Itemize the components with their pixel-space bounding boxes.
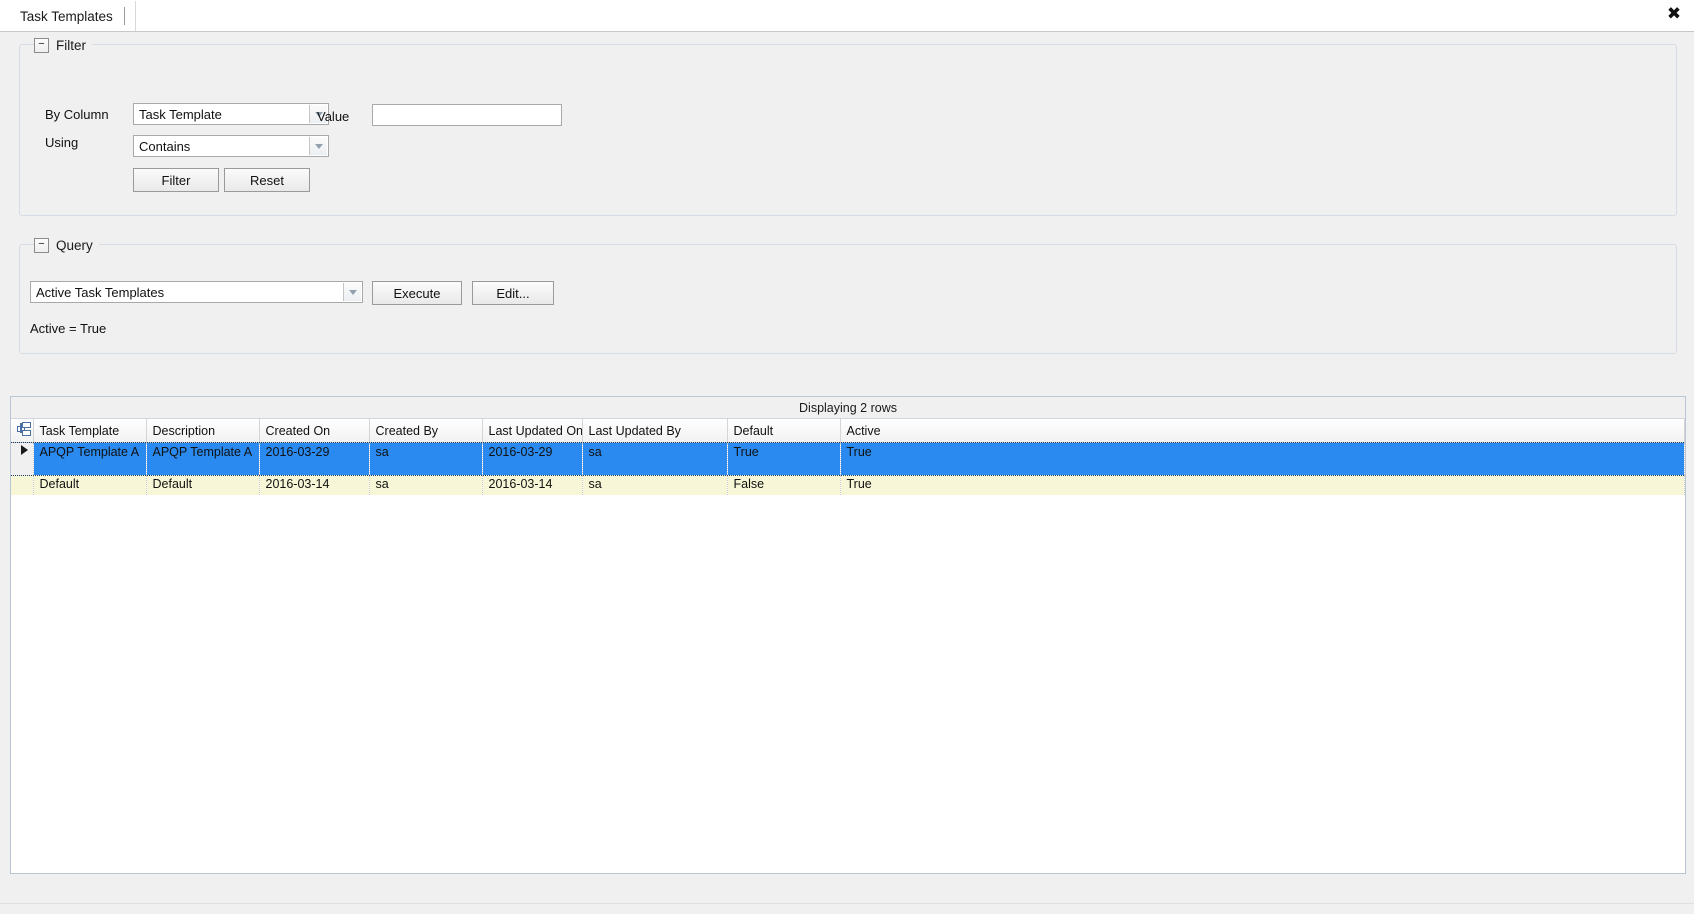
cell-last-updated-by[interactable]: sa [582,474,728,495]
by-column-label: By Column [45,107,109,122]
column-header-default[interactable]: Default [727,419,841,443]
column-header-task-template[interactable]: Task Template [33,419,147,443]
chevron-down-icon[interactable] [309,137,327,155]
cell-default[interactable]: False [727,474,841,495]
filter-group: − Filter By Column Task Template Value U… [19,36,1677,216]
tab-strip: Task Templates ✖ [0,0,1694,32]
column-header-last-updated-by[interactable]: Last Updated By [582,419,728,443]
edit-query-button[interactable]: Edit... [472,281,554,305]
grid-table: Task Template Description Created On Cre… [11,419,1685,495]
close-icon[interactable]: ✖ [1664,4,1684,24]
cell-task-template[interactable]: APQP Template A [33,442,147,475]
cell-last-updated-by[interactable]: sa [582,442,728,475]
cell-active[interactable]: True [840,442,1685,475]
query-group-title: Query [56,237,93,253]
filter-group-header: − Filter [34,36,92,54]
task-templates-window: Task Templates ✖ − Filter By Column Task… [0,0,1694,914]
client-area: − Filter By Column Task Template Value U… [0,32,1694,914]
column-header-created-by[interactable]: Created By [369,419,483,443]
row-selector[interactable] [11,474,34,495]
column-header-last-updated-on[interactable]: Last Updated On [482,419,583,443]
value-input[interactable] [372,104,562,126]
cell-created-on[interactable]: 2016-03-14 [259,474,370,495]
by-column-select[interactable]: Task Template [133,103,329,125]
cell-default[interactable]: True [727,442,841,475]
grid-header-row: Task Template Description Created On Cre… [11,419,1685,443]
row-selected-arrow-icon [21,445,29,455]
cell-created-by[interactable]: sa [369,442,483,475]
chevron-down-icon[interactable] [343,283,361,301]
cell-last-updated-on[interactable]: 2016-03-14 [482,474,583,495]
query-group-header: − Query [34,236,99,254]
row-selector[interactable] [11,442,34,475]
tab-label: Task Templates [20,8,113,24]
filter-collapse-icon[interactable]: − [34,37,49,53]
query-collapse-icon[interactable]: − [34,237,49,253]
using-select-value: Contains [139,138,191,154]
tab-task-templates[interactable]: Task Templates [8,1,136,31]
cell-created-on[interactable]: 2016-03-29 [259,442,370,475]
table-row[interactable]: Default Default 2016-03-14 sa 2016-03-14… [11,474,1685,495]
using-label: Using [45,135,79,150]
cell-task-template[interactable]: Default [33,474,147,495]
column-header-created-on[interactable]: Created On [259,419,370,443]
cell-description[interactable]: Default [146,474,260,495]
grid-scroll-area[interactable]: Task Template Description Created On Cre… [11,419,1685,873]
execute-button[interactable]: Execute [372,281,462,305]
results-grid: Displaying 2 rows Task Template Descript… [10,396,1686,874]
filter-group-title: Filter [56,37,86,53]
cell-active[interactable]: True [840,474,1685,495]
table-row[interactable]: APQP Template A APQP Template A 2016-03-… [11,441,1685,476]
grid-caption: Displaying 2 rows [11,397,1685,419]
select-all-icon[interactable] [11,419,34,443]
query-select-value: Active Task Templates [36,284,165,300]
value-label: Value [317,109,350,124]
filter-button[interactable]: Filter [133,168,219,192]
query-group: − Query Active Task Templates Execute Ed… [19,236,1677,354]
query-select[interactable]: Active Task Templates [30,281,363,303]
column-header-description[interactable]: Description [146,419,260,443]
using-select[interactable]: Contains [133,135,329,157]
status-bar [0,903,1694,914]
reset-button[interactable]: Reset [224,168,310,192]
query-criteria-text: Active = True [30,321,107,336]
column-header-active[interactable]: Active [840,419,1685,443]
tab-divider [123,7,125,25]
cell-created-by[interactable]: sa [369,474,483,495]
cell-description[interactable]: APQP Template A [146,442,260,475]
by-column-select-value: Task Template [139,106,222,122]
cell-last-updated-on[interactable]: 2016-03-29 [482,442,583,475]
